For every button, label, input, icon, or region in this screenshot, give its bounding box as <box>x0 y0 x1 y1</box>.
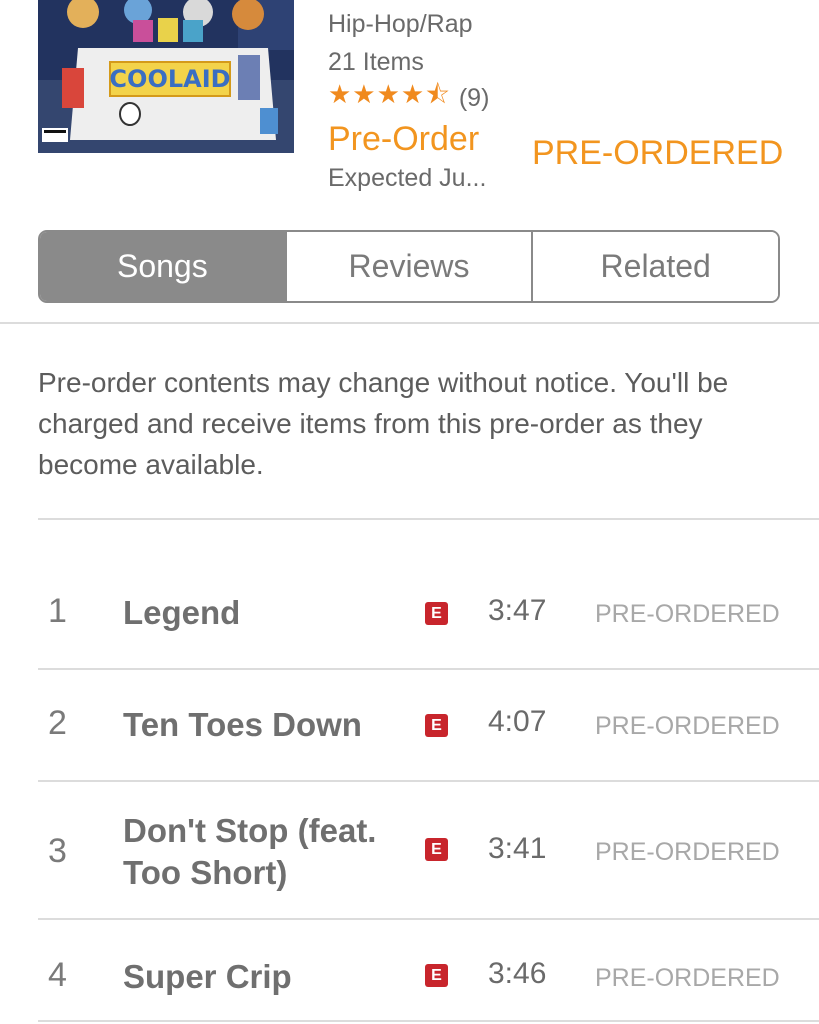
track-row[interactable]: 1 Legend E 3:47 PRE-ORDERED <box>0 570 819 668</box>
track-number: 1 <box>48 592 67 630</box>
pre-order-notice: Pre-order contents may change without no… <box>38 367 729 480</box>
album-artwork[interactable]: COOLAID <box>38 0 294 153</box>
explicit-icon: E <box>425 964 448 987</box>
rating-stars-icon: ★★★★⯪ <box>328 79 451 109</box>
track-status[interactable]: PRE-ORDERED <box>595 712 780 741</box>
track-title: Ten Toes Down <box>123 706 362 743</box>
segmented-control: Songs Reviews Related <box>38 230 780 303</box>
svg-text:COOLAID: COOLAID <box>109 65 230 93</box>
track-row[interactable]: 4 Super Crip E 3:46 PRE-ORDERED <box>0 938 819 1024</box>
track-title: Legend <box>123 594 241 631</box>
tab-reviews[interactable]: Reviews <box>284 232 532 301</box>
track-number: 2 <box>48 704 67 742</box>
track-title: Super Crip <box>123 958 292 995</box>
album-rating[interactable]: ★★★★⯪ (9) <box>328 76 489 120</box>
track-row[interactable]: 3 Don't Stop (feat. Too Short) E 3:41 PR… <box>0 800 819 918</box>
album-item-count: 21 Items <box>328 48 424 76</box>
track-title: Don't Stop (feat. Too Short) <box>123 812 377 891</box>
explicit-icon: E <box>425 838 448 861</box>
pre-order-label: Pre-Order <box>328 120 480 158</box>
notice-divider <box>38 518 819 520</box>
explicit-icon: E <box>425 602 448 625</box>
track-duration: 3:46 <box>488 957 547 990</box>
track-duration: 4:07 <box>488 705 547 738</box>
track-duration: 3:47 <box>488 594 547 627</box>
track-number: 4 <box>48 956 67 994</box>
row-divider <box>38 780 819 782</box>
tab-songs[interactable]: Songs <box>40 232 285 301</box>
track-status[interactable]: PRE-ORDERED <box>595 838 780 867</box>
track-duration: 3:41 <box>488 832 547 865</box>
track-status[interactable]: PRE-ORDERED <box>595 600 780 629</box>
explicit-icon: E <box>425 714 448 737</box>
row-divider <box>38 918 819 920</box>
row-divider <box>38 668 819 670</box>
pre-ordered-button[interactable]: PRE-ORDERED <box>532 134 783 173</box>
album-genre[interactable]: Hip-Hop/Rap <box>328 10 473 39</box>
track-row[interactable]: 2 Ten Toes Down E 4:07 PRE-ORDERED <box>0 684 819 780</box>
album-artwork-image: COOLAID <box>38 0 294 153</box>
track-number: 3 <box>48 832 67 870</box>
tab-related[interactable]: Related <box>531 232 778 301</box>
release-date-note: Expected Ju... <box>328 164 487 192</box>
section-divider <box>0 322 819 324</box>
rating-count: (9) <box>458 83 490 112</box>
row-divider <box>38 1020 819 1022</box>
track-status[interactable]: PRE-ORDERED <box>595 964 780 993</box>
